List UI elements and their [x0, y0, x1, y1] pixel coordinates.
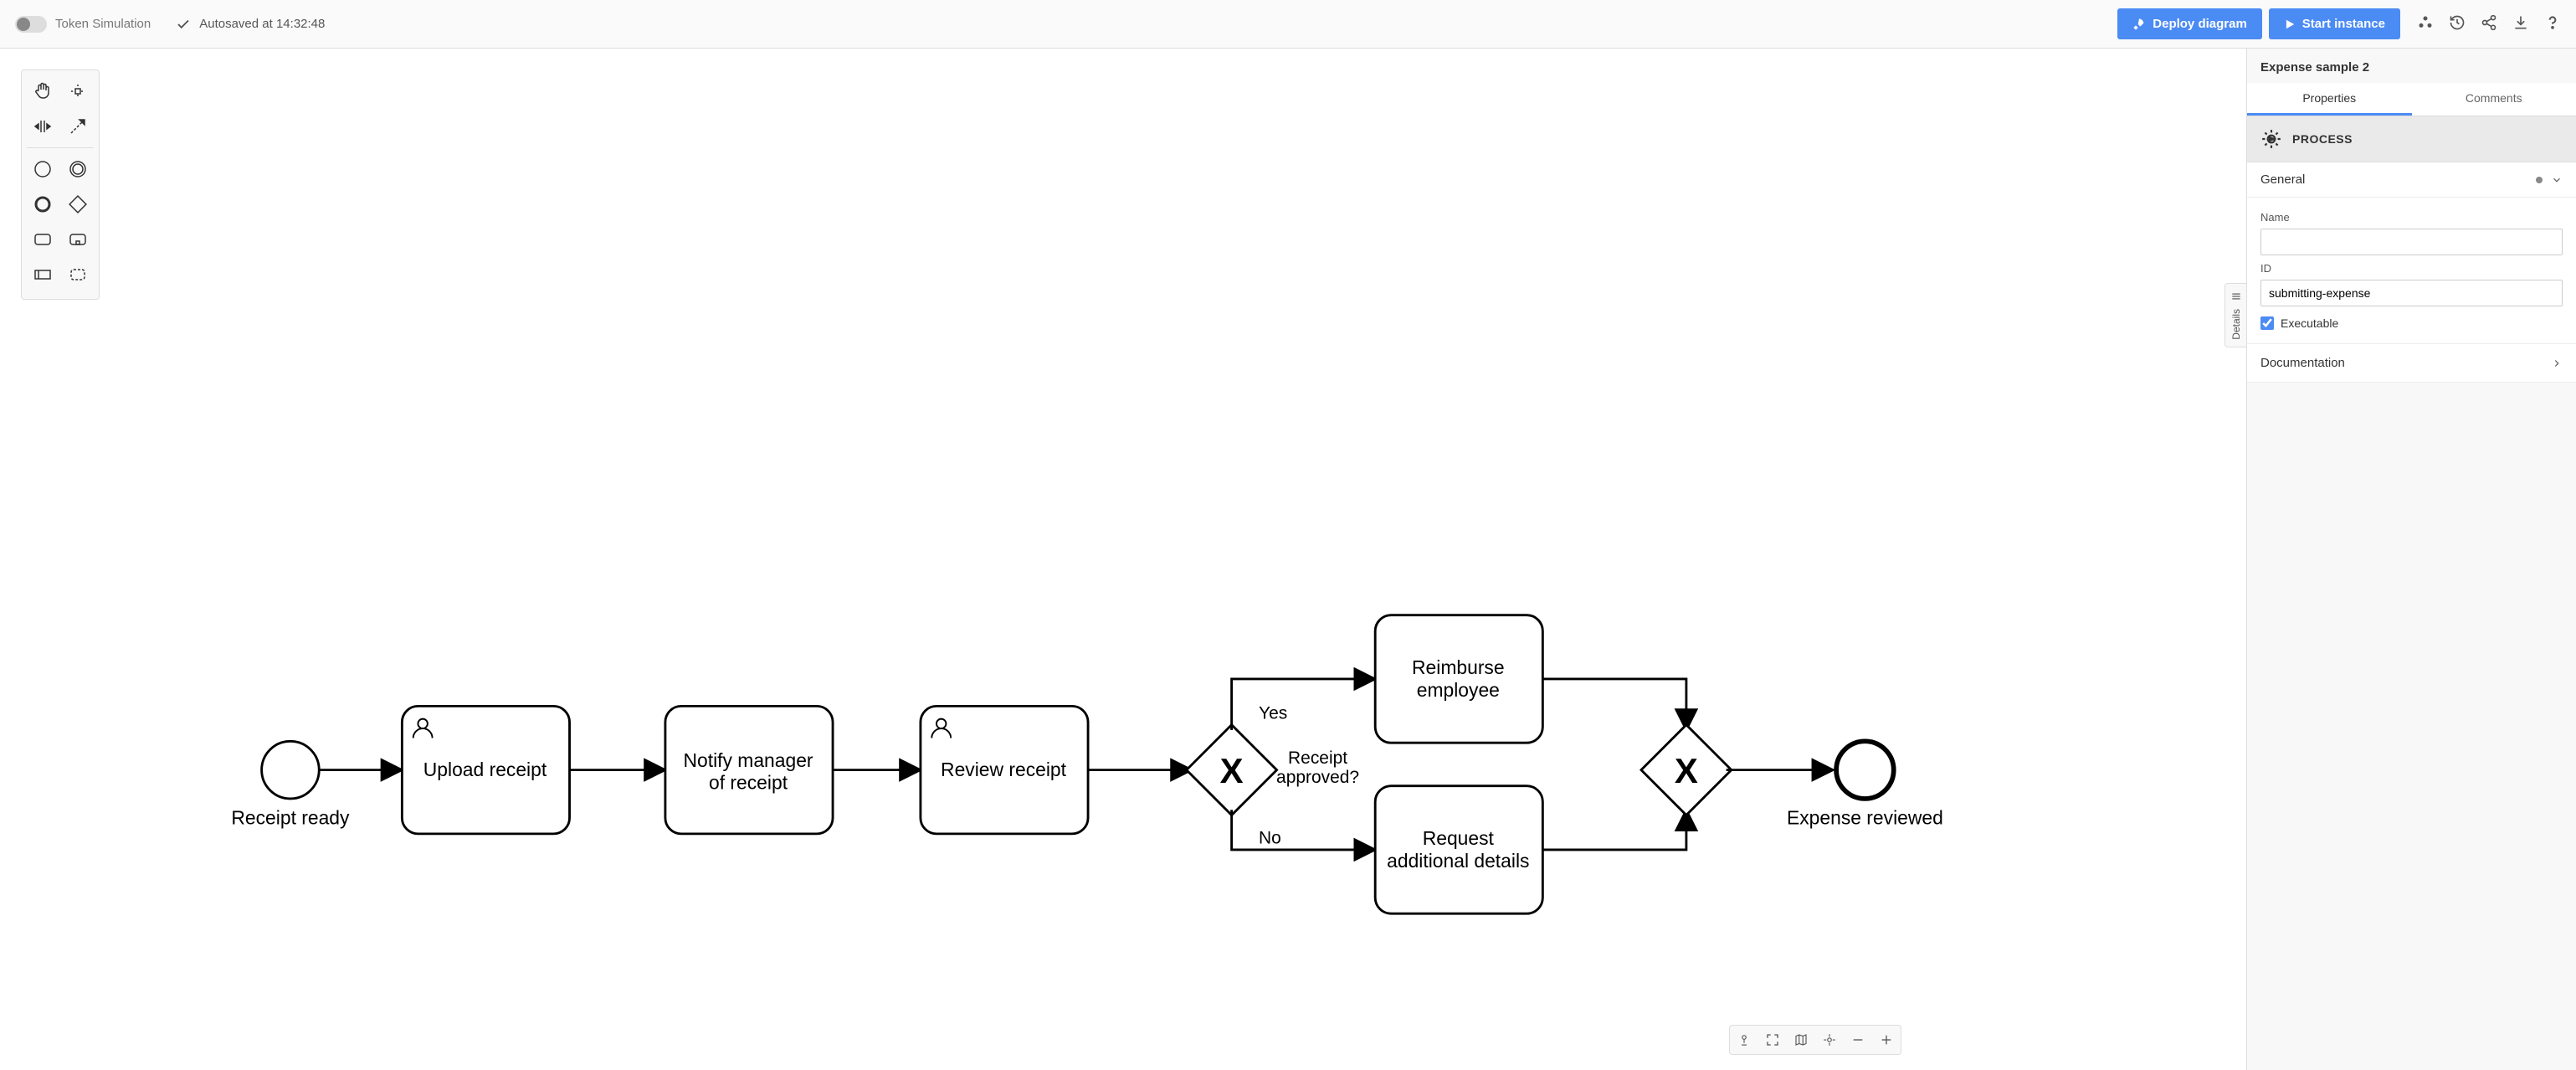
token-sim-toggle[interactable] [15, 16, 47, 33]
task-notify-l2: of receipt [709, 771, 788, 793]
header-bar: Token Simulation Autosaved at 14:32:48 D… [0, 0, 2576, 49]
deploy-button-label: Deploy diagram [2153, 17, 2247, 31]
general-group-header[interactable]: General [2247, 162, 2576, 198]
process-icon [2260, 128, 2282, 150]
name-field-label: Name [2260, 211, 2563, 224]
task-upload-label: Upload receipt [423, 759, 547, 780]
executable-label: Executable [2281, 316, 2338, 330]
svg-text:X: X [1675, 751, 1698, 790]
deploy-button[interactable]: Deploy diagram [2117, 8, 2262, 39]
start-event-label: Receipt ready [231, 806, 350, 828]
zoom-controls [1729, 1025, 1901, 1055]
gateway-split[interactable]: X [1187, 725, 1277, 815]
flow-yes[interactable] [1232, 679, 1376, 730]
play-icon [2284, 18, 2296, 30]
chevron-right-icon [2551, 358, 2563, 369]
id-field[interactable] [2260, 280, 2563, 306]
gateway-merge[interactable]: X [1641, 725, 1732, 815]
main-area: Receipt ready Upload receipt Notify mana… [0, 49, 2576, 1070]
zoom-out-button[interactable] [1849, 1031, 1867, 1049]
general-group-body: Name ID Executable [2247, 198, 2576, 343]
documentation-group-header[interactable]: Documentation [2247, 343, 2576, 383]
panel-tabs: Properties Comments [2247, 83, 2576, 116]
task-review-label: Review receipt [941, 759, 1067, 780]
properties-panel: Expense sample 2 Properties Comments PRO… [2246, 49, 2576, 1070]
center-button[interactable] [1820, 1031, 1839, 1049]
flow-yes-label: Yes [1259, 704, 1287, 723]
bpmn-diagram[interactable]: Receipt ready Upload receipt Notify mana… [0, 49, 2246, 1070]
rocket-icon [2132, 18, 2146, 31]
id-field-label: ID [2260, 262, 2563, 275]
header-icon-group [2417, 14, 2561, 33]
check-icon [176, 17, 191, 32]
autosave-status: Autosaved at 14:32:48 [176, 17, 325, 32]
task-reimburse-l2: employee [1417, 679, 1500, 701]
flow-reimburse-merge[interactable] [1542, 679, 1686, 730]
executable-checkbox[interactable] [2260, 316, 2274, 330]
autosave-text: Autosaved at 14:32:48 [199, 17, 325, 31]
gateway-label-l1: Receipt [1288, 748, 1347, 768]
start-instance-button[interactable]: Start instance [2269, 8, 2400, 39]
panel-title: Expense sample 2 [2247, 49, 2576, 83]
collapse-label: Details [2230, 309, 2242, 340]
modified-indicator-icon [2536, 177, 2543, 183]
history-icon[interactable] [2449, 14, 2466, 33]
flow-no-label: No [1259, 828, 1281, 847]
start-event[interactable] [262, 741, 320, 799]
general-group: General Name ID Executable [2247, 162, 2576, 343]
general-group-title: General [2260, 172, 2536, 187]
documentation-title: Documentation [2260, 356, 2551, 370]
start-instance-label: Start instance [2302, 17, 2385, 31]
panel-collapse-handle[interactable]: Details [2224, 283, 2246, 347]
token-sim-toggle-wrap: Token Simulation [15, 16, 151, 33]
name-field[interactable] [2260, 229, 2563, 255]
tab-properties[interactable]: Properties [2247, 83, 2412, 116]
fullscreen-button[interactable] [1763, 1031, 1782, 1049]
flow-request-merge[interactable] [1542, 810, 1686, 850]
task-request-l1: Request [1423, 827, 1495, 849]
diagram-canvas[interactable]: Receipt ready Upload receipt Notify mana… [0, 49, 2246, 1070]
tab-comments[interactable]: Comments [2412, 83, 2576, 116]
end-event[interactable] [1836, 741, 1894, 799]
token-sim-label: Token Simulation [55, 17, 151, 31]
task-notify-l1: Notify manager [684, 749, 813, 771]
end-event-label: Expense reviewed [1787, 806, 1943, 828]
help-icon[interactable] [2544, 14, 2561, 33]
share-icon[interactable] [2481, 14, 2497, 33]
download-icon[interactable] [2512, 14, 2529, 33]
task-reimburse-l1: Reimburse [1412, 656, 1505, 678]
svg-text:X: X [1220, 751, 1244, 790]
process-section-header: PROCESS [2247, 116, 2576, 162]
menu-icon [2230, 291, 2242, 302]
gateway-label-l2: approved? [1276, 768, 1359, 787]
zoom-in-button[interactable] [1877, 1031, 1896, 1049]
reset-view-button[interactable] [1735, 1031, 1753, 1049]
process-section-title: PROCESS [2292, 132, 2353, 146]
executable-row: Executable [2260, 316, 2563, 330]
cluster-icon[interactable] [2417, 14, 2434, 33]
chevron-down-icon [2551, 174, 2563, 186]
minimap-button[interactable] [1792, 1031, 1810, 1049]
flow-no[interactable] [1232, 810, 1376, 850]
task-request-l2: additional details [1387, 850, 1529, 872]
